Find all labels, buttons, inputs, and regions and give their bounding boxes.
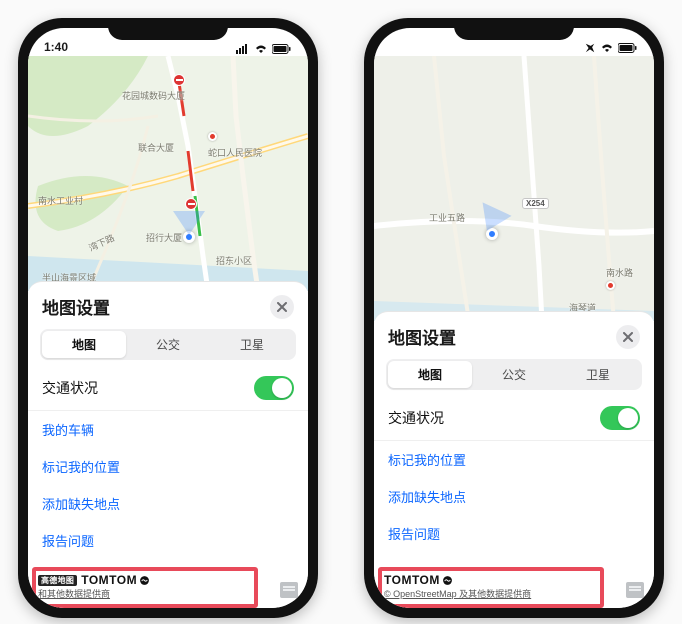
traffic-label: 交通状况 (388, 408, 444, 428)
link-add-missing[interactable]: 添加缺失地点 (28, 485, 308, 522)
link-add-missing[interactable]: 添加缺失地点 (374, 478, 654, 515)
tomtom-logo: TOMTOM (384, 573, 453, 587)
battery-icon (272, 44, 292, 54)
poi-pin-icon (606, 281, 615, 290)
cellular-icon (236, 44, 250, 54)
map-label: 联合大厦 (138, 141, 174, 154)
map-type-segment[interactable]: 地图 公交 卫星 (386, 359, 642, 390)
traffic-label: 交通状况 (42, 378, 98, 398)
notch (454, 18, 574, 40)
settings-sheet: 地图设置 地图 公交 卫星 交通状况 标记我的位置 添加缺失地点 报告问题 (374, 311, 654, 608)
gaode-badge: 高德地图 (38, 575, 77, 586)
segment-transit[interactable]: 公交 (126, 331, 210, 358)
screen-right: 工业五路 X254 南水路 海琴道 地图设置 地图 公交 (374, 28, 654, 608)
status-icons (236, 44, 292, 54)
segment-transit[interactable]: 公交 (472, 361, 556, 388)
map-label: 南水工业村 (38, 194, 83, 207)
map-label: 蛇口人民医院 (208, 146, 262, 159)
tomtom-hands-icon (139, 575, 150, 586)
segment-satellite[interactable]: 卫星 (210, 331, 294, 358)
phone-right: 工业五路 X254 南水路 海琴道 地图设置 地图 公交 (364, 18, 664, 618)
attribution-sub[interactable]: © OpenStreetMap 及其他数据提供商 (384, 587, 644, 600)
notch (108, 18, 228, 40)
link-mark-location[interactable]: 标记我的位置 (374, 441, 654, 478)
map-label: 招东小区 (216, 254, 252, 267)
traffic-toggle[interactable] (254, 376, 294, 400)
traffic-toggle[interactable] (600, 406, 640, 430)
settings-sheet: 地图设置 地图 公交 卫星 交通状况 我的车辆 标记我的位置 添加缺失地点 (28, 281, 308, 608)
no-entry-icon (173, 74, 185, 86)
segment-satellite[interactable]: 卫星 (556, 361, 640, 388)
attribution-sub[interactable]: 和其他数据提供商 (38, 587, 298, 600)
link-my-vehicle[interactable]: 我的车辆 (28, 411, 308, 448)
user-location-icon (183, 231, 195, 243)
map-area[interactable]: 花园城数码大厦 蛇口人民医院 联合大厦 南水工业村 招行大厦 招东小区 半山海景… (28, 56, 308, 291)
legal-icon[interactable] (280, 582, 298, 598)
airplane-icon (584, 42, 596, 54)
map-label: 工业五路 (429, 211, 465, 224)
tomtom-logo: TOMTOM (81, 573, 150, 587)
link-report[interactable]: 报告问题 (28, 522, 308, 559)
traffic-row: 交通状况 (28, 366, 308, 411)
tomtom-hands-icon (442, 575, 453, 586)
attribution: TOMTOM © OpenStreetMap 及其他数据提供商 (374, 567, 654, 608)
screenshot-canvas: 1:40 (0, 0, 682, 624)
close-button[interactable] (616, 325, 640, 349)
close-icon (277, 302, 287, 312)
wifi-icon (254, 44, 268, 54)
screen-left: 1:40 (28, 28, 308, 608)
map-area[interactable]: 工业五路 X254 南水路 海琴道 (374, 56, 654, 321)
battery-icon (618, 43, 638, 53)
poi-pin-icon (208, 132, 217, 141)
phone-left: 1:40 (18, 18, 318, 618)
attribution: 高德地图 TOMTOM 和其他数据提供商 (28, 567, 308, 608)
wifi-icon (600, 43, 614, 53)
status-icons (584, 42, 638, 54)
user-location-icon (486, 228, 498, 240)
road-tag: X254 (522, 198, 549, 209)
close-icon (623, 332, 633, 342)
link-mark-location[interactable]: 标记我的位置 (28, 448, 308, 485)
sheet-header: 地图设置 (374, 312, 654, 357)
sheet-title: 地图设置 (42, 294, 110, 319)
status-time: 1:40 (44, 40, 68, 54)
segment-map[interactable]: 地图 (388, 361, 472, 388)
traffic-row: 交通状况 (374, 396, 654, 441)
segment-map[interactable]: 地图 (42, 331, 126, 358)
sheet-title: 地图设置 (388, 324, 456, 349)
no-entry-icon (185, 198, 197, 210)
close-button[interactable] (270, 295, 294, 319)
sheet-header: 地图设置 (28, 282, 308, 327)
link-report[interactable]: 报告问题 (374, 515, 654, 552)
legal-icon[interactable] (626, 582, 644, 598)
map-type-segment[interactable]: 地图 公交 卫星 (40, 329, 296, 360)
map-label: 南水路 (606, 266, 633, 279)
map-label: 花园城数码大厦 (122, 89, 185, 102)
